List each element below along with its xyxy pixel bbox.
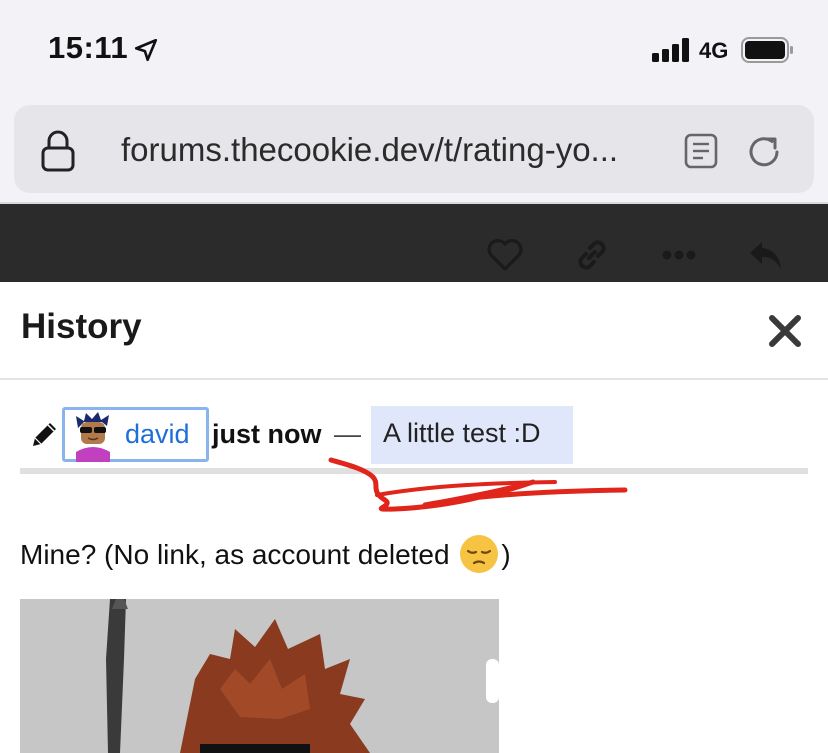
battery-icon — [741, 37, 793, 63]
signal-bars-icon — [652, 38, 689, 62]
avatar[interactable] — [72, 412, 114, 462]
link-icon[interactable] — [573, 236, 611, 274]
more-icon[interactable] — [662, 250, 696, 260]
pencil-icon — [33, 423, 56, 446]
revision-separator: — — [334, 419, 361, 449]
heart-icon[interactable] — [486, 236, 524, 272]
modal-divider — [0, 378, 828, 380]
post-text-end: ) — [501, 539, 511, 570]
pensive-face-emoji-icon — [460, 535, 499, 573]
revision-timestamp: just now — [212, 419, 322, 449]
post-image[interactable] — [20, 599, 499, 753]
post-text-main: Mine? (No link, as account deleted — [20, 539, 458, 570]
red-annotation-scribble — [328, 457, 628, 512]
close-icon[interactable] — [767, 313, 803, 349]
location-arrow-icon — [134, 38, 158, 62]
status-bar: 15:11 4G — [0, 0, 828, 100]
lock-icon — [41, 130, 75, 172]
status-time: 15:11 — [48, 30, 129, 65]
address-bar[interactable]: forums.thecookie.dev/t/rating-yo... — [14, 105, 814, 193]
post-body-text: Mine? (No link, as account deleted ) — [20, 534, 511, 574]
modal-title: History — [21, 307, 142, 346]
reader-mode-icon[interactable] — [684, 133, 718, 169]
url-text[interactable]: forums.thecookie.dev/t/rating-yo... — [121, 131, 656, 169]
roblox-character-image — [20, 599, 499, 753]
revision-username[interactable]: david — [125, 419, 190, 450]
network-type: 4G — [699, 38, 729, 63]
reload-icon[interactable] — [744, 132, 784, 172]
post-action-toolbar — [0, 204, 828, 282]
reply-icon[interactable] — [746, 236, 784, 274]
